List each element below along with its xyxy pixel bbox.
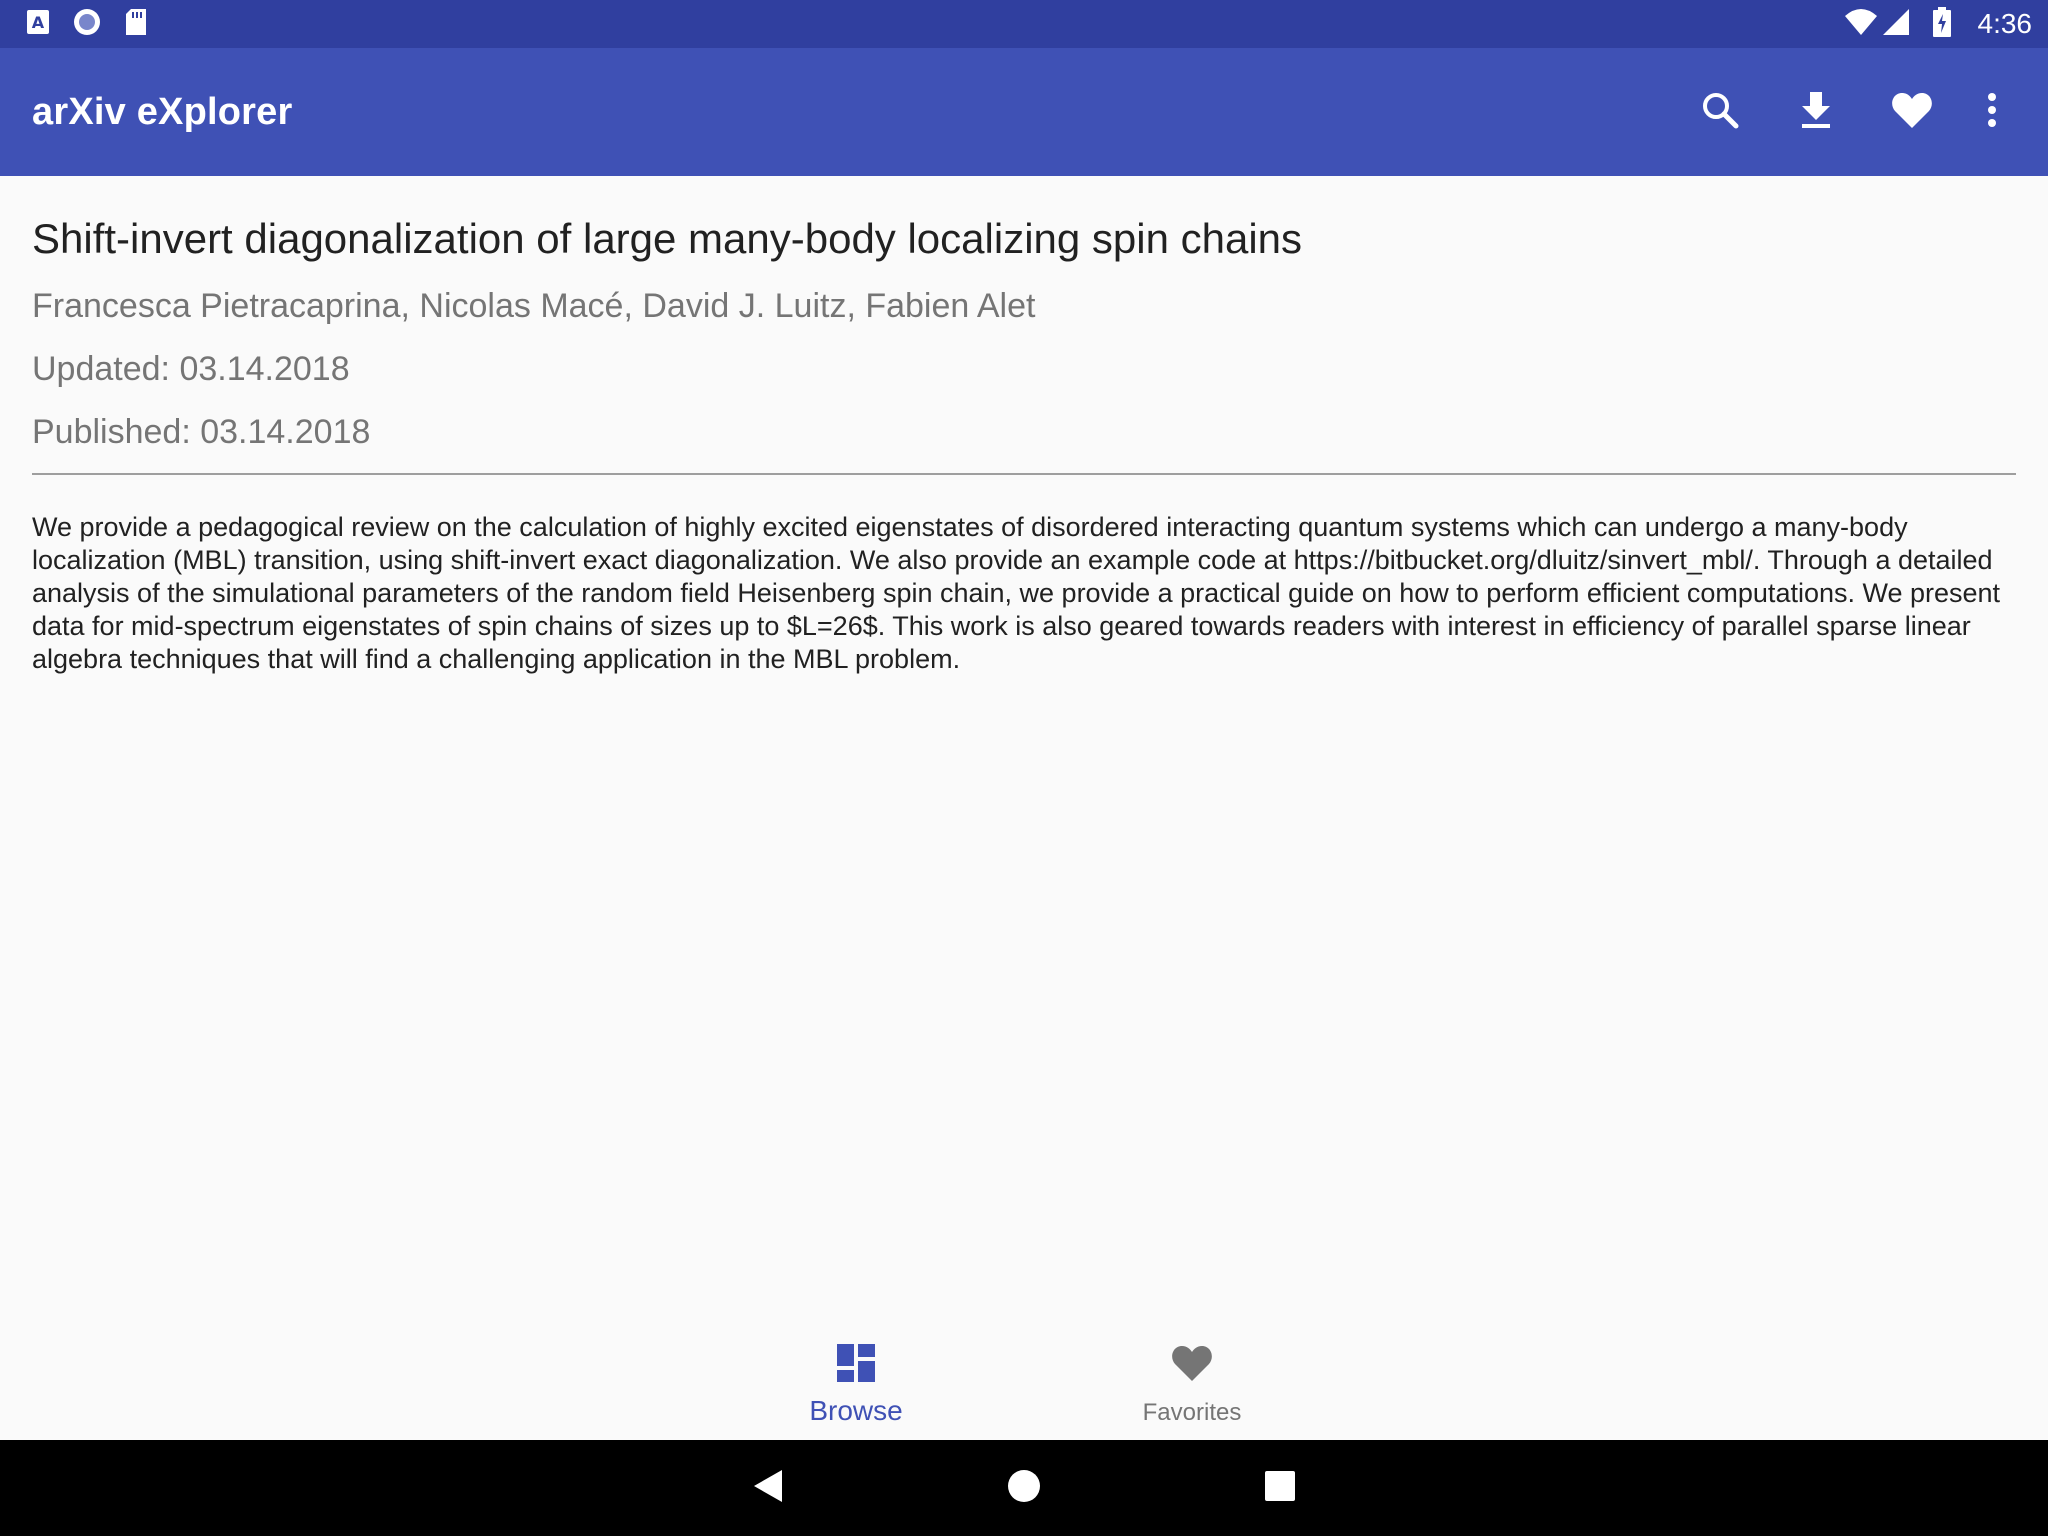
record-icon (72, 7, 102, 42)
bottom-navigation: Browse Favorites (0, 1320, 2048, 1440)
battery-charging-icon (1932, 6, 1952, 42)
home-button[interactable] (996, 1460, 1052, 1516)
nav-item-favorites[interactable]: Favorites (1024, 1320, 1360, 1440)
status-left-icons: A (26, 7, 148, 42)
app-bar: arXiv eXplorer (0, 48, 2048, 176)
download-button[interactable] (1768, 64, 1864, 160)
back-triangle-icon (752, 1468, 784, 1509)
back-button[interactable] (740, 1460, 796, 1516)
accessibility-icon: A (26, 9, 50, 40)
app-bar-actions (1672, 64, 2024, 160)
status-time: 4:36 (1977, 8, 2033, 39)
wifi-icon (1844, 8, 1878, 41)
recents-square-icon (1265, 1470, 1295, 1506)
signal-icon (1882, 8, 1910, 41)
svg-text:A: A (32, 13, 45, 32)
status-bar: A 4:36 (0, 0, 2048, 48)
dashboard-icon (837, 1344, 875, 1387)
download-icon (1799, 90, 1833, 135)
nav-label-browse: Browse (809, 1395, 903, 1426)
search-button[interactable] (1672, 64, 1768, 160)
paper-abstract: We provide a pedagogical review on the c… (32, 511, 2001, 674)
divider (32, 472, 2016, 475)
search-icon (1700, 90, 1740, 135)
nav-item-browse[interactable]: Browse (688, 1320, 1024, 1440)
app-title: arXiv eXplorer (32, 90, 293, 133)
heart-icon (1891, 91, 1933, 134)
heart-icon (1171, 1344, 1213, 1387)
paper-title: Shift-invert diagonalization of large ma… (32, 215, 1303, 262)
nav-label-favorites: Favorites (1142, 1399, 1242, 1426)
status-right-icons: 4:36 (1844, 6, 2033, 42)
sd-card-icon (124, 8, 148, 41)
system-navigation-bar (0, 1440, 2048, 1536)
home-circle-icon (1007, 1469, 1041, 1508)
paper-updated-date: Updated: 03.14.2018 (32, 350, 350, 389)
paper-authors: Francesca Pietracaprina, Nicolas Macé, D… (32, 287, 1036, 326)
favorite-button[interactable] (1864, 64, 1960, 160)
paper-published-date: Published: 03.14.2018 (32, 412, 371, 451)
recents-button[interactable] (1252, 1460, 1308, 1516)
more-vert-icon (1987, 92, 1997, 133)
overflow-menu-button[interactable] (1960, 64, 2024, 160)
paper-detail: Shift-invert diagonalization of large ma… (32, 176, 2016, 676)
